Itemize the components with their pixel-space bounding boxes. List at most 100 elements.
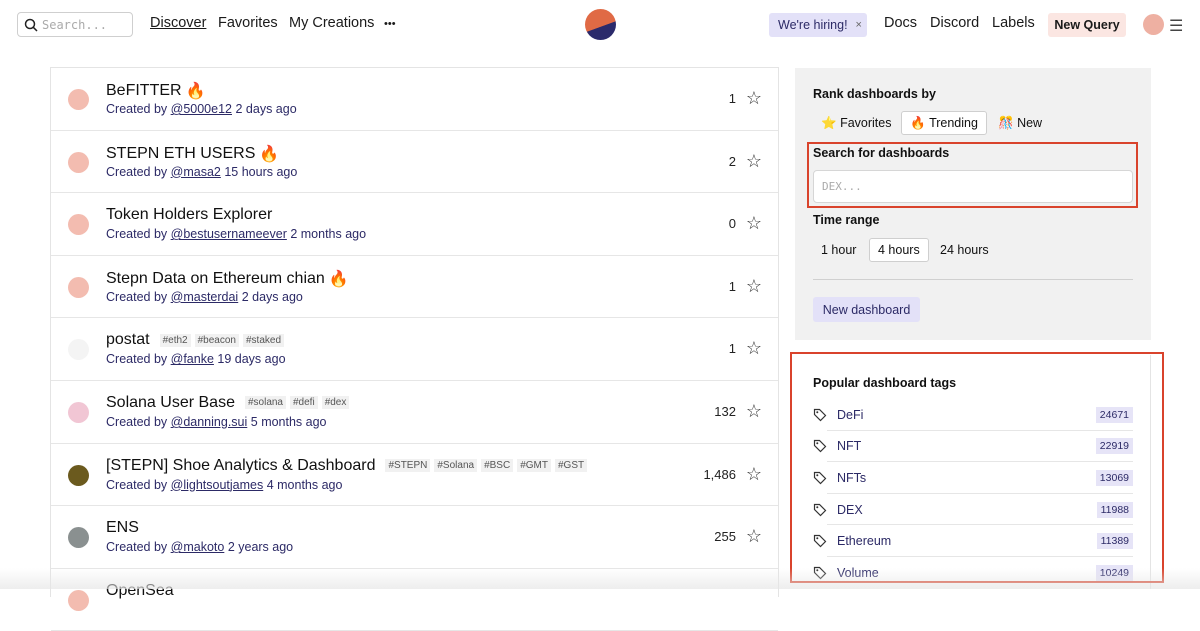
star-count: 0 xyxy=(728,216,736,232)
fire-icon: 🔥 xyxy=(328,270,349,288)
dashboard-age: 19 days ago xyxy=(217,352,286,367)
fire-icon: 🔥 xyxy=(910,115,926,130)
dashboard-title[interactable]: Stepn Data on Ethereum chian xyxy=(106,270,325,288)
more-menu-button[interactable]: ••• xyxy=(384,18,396,30)
author-link[interactable]: @bestusernameever xyxy=(171,227,287,241)
dashboard-row[interactable]: Stepn Data on Ethereum chian 🔥 Created by… xyxy=(51,256,778,319)
dashboard-row[interactable]: BeFITTER 🔥 Created by @5000e12 2 days ago… xyxy=(51,68,778,131)
new-dashboard-button[interactable]: New dashboard xyxy=(813,297,920,322)
dashboard-tag[interactable]: #BSC xyxy=(481,459,514,473)
nav-docs[interactable]: Docs xyxy=(884,15,917,31)
dashboard-title[interactable]: postat xyxy=(106,331,150,349)
dashboard-tag[interactable]: #dex xyxy=(321,396,350,410)
scroll-fade xyxy=(0,568,1200,589)
rank-trending[interactable]: 🔥 Trending xyxy=(901,111,987,135)
dashboard-tag[interactable]: #GST xyxy=(554,459,588,473)
dashboard-title[interactable]: BeFITTER xyxy=(106,82,182,100)
top-navigation: Discover Favorites My Creations ••• We'r… xyxy=(0,0,1200,48)
star-count: 255 xyxy=(714,529,736,545)
highlight-box xyxy=(807,142,1138,208)
author-avatar xyxy=(68,339,89,361)
created-by-label: Created by xyxy=(106,540,168,555)
dashboard-meta: Created by @fanke 19 days ago xyxy=(106,352,286,366)
dashboard-tag[interactable]: #solana xyxy=(244,396,286,410)
dashboard-row[interactable]: Solana User Base #solana #defi #dex Created… xyxy=(51,381,778,444)
hamburger-menu-icon[interactable]: ☰ xyxy=(1169,16,1183,36)
star-icon[interactable]: ☆ xyxy=(746,213,762,234)
star-icon[interactable]: ☆ xyxy=(746,338,762,359)
dashboard-meta: Created by @masa2 15 hours ago xyxy=(106,165,297,179)
dashboard-title[interactable]: Token Holders Explorer xyxy=(106,206,272,224)
star-icon[interactable]: ☆ xyxy=(746,526,762,547)
star-icon[interactable]: ☆ xyxy=(746,401,762,422)
dashboard-tag[interactable]: #Solana xyxy=(434,459,478,473)
nav-labels[interactable]: Labels xyxy=(992,15,1035,31)
author-link[interactable]: @masa2 xyxy=(171,165,221,179)
rank-trending-label: Trending xyxy=(929,116,978,130)
rank-favorites-label: Favorites xyxy=(840,116,892,130)
author-link[interactable]: @makoto xyxy=(171,540,225,554)
logo[interactable] xyxy=(585,9,616,40)
dashboard-age: 4 months ago xyxy=(266,477,343,492)
created-by-label: Created by xyxy=(106,352,168,367)
dashboard-meta: Created by @makoto 2 years ago xyxy=(106,540,293,554)
dashboard-title[interactable]: ENS xyxy=(106,519,139,537)
dashboard-tag[interactable]: #staked xyxy=(243,333,285,347)
dashboard-meta: Created by @masterdai 2 days ago xyxy=(106,290,303,304)
author-avatar xyxy=(68,151,89,173)
author-link[interactable]: @masterdai xyxy=(171,290,239,304)
author-link[interactable]: @danning.sui xyxy=(171,415,248,429)
dashboard-tag[interactable]: #GMT xyxy=(517,459,551,473)
created-by-label: Created by xyxy=(106,164,168,179)
dashboard-tag[interactable]: #defi xyxy=(290,396,318,410)
time-4-hours[interactable]: 4 hours xyxy=(869,238,929,262)
star-count: 1,486 xyxy=(703,466,736,482)
time-24-hours[interactable]: 24 hours xyxy=(932,238,997,262)
star-count: 2 xyxy=(728,153,736,169)
nav-my-creations[interactable]: My Creations xyxy=(289,15,374,31)
star-icon[interactable]: ☆ xyxy=(746,464,762,485)
dashboard-row[interactable]: STEPN ETH USERS 🔥 Created by @masa2 15 ho… xyxy=(51,131,778,194)
dashboard-row[interactable]: Token Holders Explorer Created by @bestu… xyxy=(51,193,778,256)
global-search-input[interactable] xyxy=(42,17,130,32)
dashboard-age: 2 days ago xyxy=(235,102,297,116)
created-by-label: Created by xyxy=(106,102,168,116)
user-avatar[interactable] xyxy=(1143,14,1164,35)
star-icon[interactable]: ☆ xyxy=(746,151,762,172)
dashboard-row[interactable]: postat #eth2 #beacon #staked Created by @fa… xyxy=(51,318,778,381)
nav-favorites[interactable]: Favorites xyxy=(218,15,278,31)
hiring-label: We're hiring! xyxy=(778,18,848,32)
author-avatar xyxy=(68,276,89,298)
dashboard-meta: Created by @bestusernameever 2 months ag… xyxy=(106,227,366,241)
rank-favorites[interactable]: ⭐ Favorites xyxy=(813,111,899,135)
dashboard-title[interactable]: STEPN ETH USERS xyxy=(106,145,255,163)
time-1-hour[interactable]: 1 hour xyxy=(813,238,864,262)
hiring-banner[interactable]: We're hiring! × xyxy=(769,13,867,37)
star-icon: ⭐ xyxy=(821,115,837,130)
dashboard-row[interactable]: [STEPN] Shoe Analytics & Dashboard #STEPN… xyxy=(51,444,778,507)
search-icon xyxy=(24,18,38,32)
dashboard-tag[interactable]: #beacon xyxy=(194,333,239,347)
nav-discover[interactable]: Discover xyxy=(150,15,206,31)
star-count: 1 xyxy=(728,278,736,294)
dashboard-title[interactable]: Solana User Base xyxy=(106,394,235,412)
close-icon[interactable]: × xyxy=(856,19,862,31)
author-link[interactable]: @5000e12 xyxy=(171,102,232,116)
divider xyxy=(813,279,1133,280)
global-search[interactable] xyxy=(17,12,133,37)
star-icon[interactable]: ☆ xyxy=(746,88,762,109)
author-link[interactable]: @fanke xyxy=(171,352,214,366)
dashboard-tag[interactable]: #STEPN xyxy=(385,459,431,473)
nav-discord[interactable]: Discord xyxy=(930,15,979,31)
dashboard-title[interactable]: [STEPN] Shoe Analytics & Dashboard xyxy=(106,457,375,475)
star-count: 132 xyxy=(714,403,736,419)
rank-label: Rank dashboards by xyxy=(813,87,936,101)
dashboard-row[interactable]: ENS Created by @makoto 2 years ago 255 ☆ xyxy=(51,506,778,569)
new-query-button[interactable]: New Query xyxy=(1048,13,1126,37)
dashboard-tag[interactable]: #eth2 xyxy=(159,333,191,347)
dashboard-meta: Created by @5000e12 2 days ago xyxy=(106,102,297,116)
star-icon[interactable]: ☆ xyxy=(746,276,762,297)
author-link[interactable]: @lightsoutjames xyxy=(171,478,264,492)
rank-new[interactable]: 🎊 New xyxy=(990,111,1050,135)
created-by-label: Created by xyxy=(106,289,168,304)
